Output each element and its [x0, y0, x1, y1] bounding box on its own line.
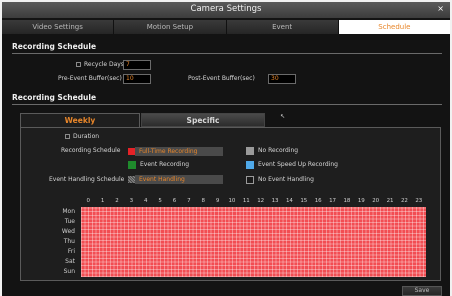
recording-schedule-label: Recording Schedule: [61, 147, 121, 154]
full-time-legend-label: Full-Time Recording: [135, 147, 223, 156]
hour-label: 1: [100, 198, 105, 204]
save-button[interactable]: Save: [402, 286, 442, 296]
camera-settings-window: Camera Settings × Video Settings Motion …: [2, 2, 450, 296]
hour-label: 3: [129, 198, 134, 204]
hour-label: 2: [115, 198, 119, 204]
hour-label: 18: [343, 198, 351, 204]
hour-label: 16: [314, 198, 322, 204]
event-handling-option[interactable]: Event Handling: [126, 175, 224, 184]
hour-label: 12: [257, 198, 265, 204]
day-label: Fri: [67, 248, 75, 255]
hour-label: 10: [228, 198, 236, 204]
event-recording-label: Event Recording: [140, 161, 190, 168]
weekly-schedule-panel: Duration Recording Schedule Full-Time Re…: [20, 127, 441, 281]
day-label: Thu: [63, 238, 75, 245]
day-label: Wed: [61, 228, 75, 235]
hour-label: 20: [372, 198, 380, 204]
day-label: Sun: [63, 268, 75, 275]
event-handling-swatch: [128, 176, 135, 183]
hour-label: 6: [172, 198, 177, 204]
duration-checkbox[interactable]: [65, 134, 70, 139]
section-divider: [12, 104, 442, 105]
hour-label: 0: [86, 198, 90, 204]
post-event-buffer-label: Post-Event Buffer(sec): [188, 75, 255, 82]
schedule-grid[interactable]: [81, 207, 426, 277]
hour-label: 14: [285, 198, 293, 204]
day-label: Sat: [65, 258, 75, 265]
tab-motion-setup[interactable]: Motion Setup: [114, 20, 227, 34]
hour-label: 19: [357, 198, 365, 204]
settings-tabs: Video Settings Motion Setup Event Schedu…: [2, 20, 450, 34]
pre-event-buffer-input[interactable]: 10: [123, 74, 151, 84]
hour-label: 5: [158, 198, 162, 204]
no-event-handling-swatch[interactable]: [246, 176, 254, 184]
full-time-swatch: [128, 148, 135, 155]
duration-option[interactable]: Duration: [65, 133, 99, 140]
speed-up-swatch[interactable]: [246, 161, 254, 169]
section-divider: [12, 53, 442, 54]
hour-label: 8: [201, 198, 205, 204]
hour-label: 15: [300, 198, 308, 204]
hour-label: 4: [143, 198, 148, 204]
hour-label: 11: [242, 198, 250, 204]
day-label: Tue: [64, 218, 75, 225]
speed-up-label: Event Speed Up Recording: [258, 161, 338, 168]
recycle-days-label: Recycle Days: [76, 61, 124, 68]
event-recording-swatch[interactable]: [128, 161, 136, 169]
tab-weekly[interactable]: Weekly: [20, 113, 140, 127]
no-event-handling-label: No Event Handling: [258, 176, 314, 183]
duration-label: Duration: [73, 133, 100, 140]
hour-label: 21: [386, 198, 394, 204]
recording-section-title: Recording Schedule: [12, 42, 97, 51]
event-handling-legend-label: Event Handling: [135, 175, 223, 184]
close-icon[interactable]: ×: [437, 4, 444, 13]
tab-specific[interactable]: Specific: [141, 113, 265, 127]
hour-label: 22: [400, 198, 408, 204]
no-recording-label: No Recording: [258, 147, 299, 154]
window-title: Camera Settings: [190, 4, 262, 14]
hour-label: 23: [415, 198, 423, 204]
tab-event[interactable]: Event: [226, 20, 339, 34]
tab-schedule[interactable]: Schedule: [338, 20, 450, 34]
recycle-days-input[interactable]: 7: [123, 60, 151, 70]
recycle-days-checkbox[interactable]: [76, 62, 81, 67]
full-time-recording-option[interactable]: Full-Time Recording: [126, 147, 224, 156]
schedule-section-title: Recording Schedule: [12, 93, 97, 102]
recycle-days-text: Recycle Days: [84, 61, 124, 68]
hour-label: 13: [271, 198, 279, 204]
schedule-subtabs: Weekly Specific: [20, 113, 440, 127]
post-event-buffer-input[interactable]: 30: [268, 74, 296, 84]
tab-video-settings[interactable]: Video Settings: [2, 20, 115, 34]
title-bar: Camera Settings ×: [2, 2, 450, 18]
hour-label: 17: [329, 198, 337, 204]
pre-event-buffer-label: Pre-Event Buffer(sec): [58, 75, 122, 82]
day-label: Mon: [62, 208, 75, 215]
hour-label: 9: [215, 198, 220, 204]
no-recording-swatch[interactable]: [246, 147, 254, 155]
hour-label: 7: [187, 198, 191, 204]
event-handling-schedule-label: Event Handling Schedule: [49, 176, 125, 183]
